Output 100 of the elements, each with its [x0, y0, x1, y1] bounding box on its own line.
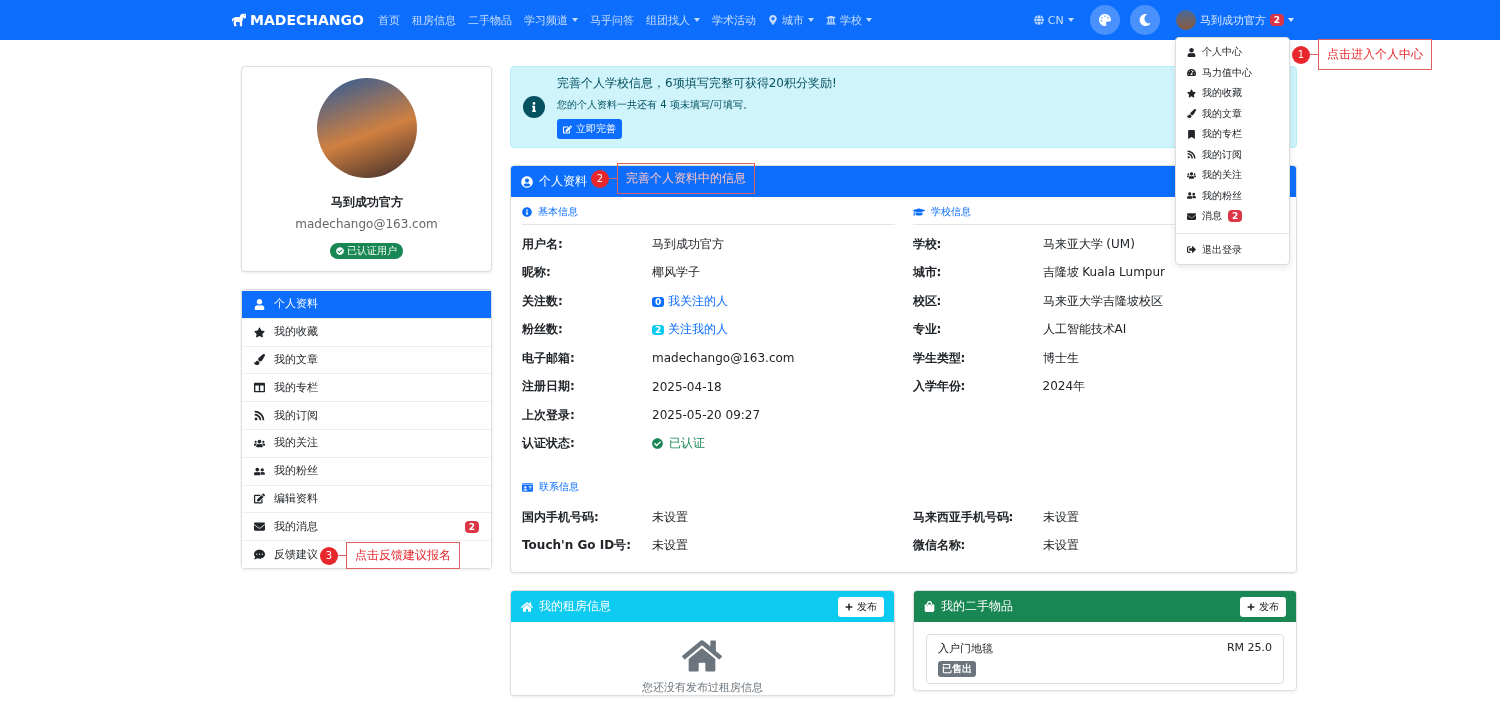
sidebar-item[interactable]: 我的消息 2: [242, 512, 491, 541]
menu-item[interactable]: 退出登录: [1176, 239, 1253, 260]
sidebar-item[interactable]: 个人资料: [242, 290, 491, 318]
bookmark-icon: [1187, 129, 1196, 139]
field-label: 校区:: [912, 292, 943, 310]
menu-item[interactable]: 我的关注: [1176, 165, 1253, 186]
shopping-bag-icon: [923, 601, 935, 612]
field-label: 注册日期:: [522, 378, 576, 396]
menu-item[interactable]: 我的收藏: [1176, 83, 1253, 104]
profile-link[interactable]: 0 我关注的人: [652, 292, 729, 310]
item-card[interactable]: 入户门地毯 RM 25.0 已售出: [925, 634, 1284, 684]
leader-line: [338, 555, 346, 557]
sidebar-item[interactable]: 我的专栏: [242, 373, 491, 402]
field-label: 微信名称:: [912, 537, 967, 555]
field-value: 未设置: [1042, 508, 1079, 526]
field-value: 未设置: [652, 537, 688, 555]
bank-icon: [825, 15, 836, 25]
field-label: 粉丝数:: [522, 321, 564, 339]
horse-logo-icon: [232, 13, 246, 27]
menu-item[interactable]: 我的文章: [1176, 103, 1253, 124]
section-heading: 联系信息: [539, 480, 579, 494]
caret-icon: [571, 18, 578, 22]
avatar-circle: [1175, 10, 1196, 30]
people-icon: [254, 437, 265, 449]
theme-palette-button[interactable]: [1089, 5, 1120, 35]
annotation-box: 点击进入个人中心: [1318, 39, 1432, 70]
menu-item[interactable]: 马力值中心: [1176, 62, 1263, 83]
field-value: 马到成功官方: [652, 235, 724, 253]
people-icon: [254, 465, 265, 477]
field-label: 学生类型:: [912, 349, 967, 367]
annotation-box: 完善个人资料中的信息: [617, 163, 755, 194]
sidebar-item[interactable]: 编辑资料: [242, 484, 491, 513]
info-icon: [523, 96, 545, 118]
verified-badge: 已认证用户: [330, 243, 403, 259]
menu-item[interactable]: 我的订阅: [1176, 144, 1253, 165]
dark-mode-button[interactable]: [1129, 5, 1160, 35]
person-icon: [254, 298, 265, 310]
field-label: 认证状态:: [522, 435, 576, 453]
sidebar-item[interactable]: 我的粉丝: [242, 456, 491, 485]
field-value: 2024年: [1042, 378, 1086, 396]
empty-message: 您还没有发布过租房信息: [641, 680, 763, 695]
menu-item[interactable]: 我的粉丝: [1176, 185, 1253, 206]
field-label: 国内手机号码:: [522, 508, 600, 526]
speech-bubble-icon: [254, 549, 265, 561]
rss-icon: [1187, 150, 1196, 160]
field-label: 关注数:: [522, 292, 564, 310]
graduation-cap-icon: [912, 206, 925, 218]
person-icon: [1187, 47, 1196, 57]
menu-item[interactable]: 个人中心: [1176, 42, 1253, 63]
field-label: 昵称:: [522, 264, 552, 282]
sidebar-item[interactable]: 反馈建议 3 点击反馈建议报名: [242, 540, 491, 568]
field-label: 城市:: [912, 264, 943, 282]
palette-icon: [1098, 14, 1111, 26]
field-label: Touch'n Go ID号:: [522, 537, 632, 555]
field-value: 2025-05-20 09:27: [652, 408, 761, 423]
caret-icon: [693, 18, 700, 22]
complete-profile-button[interactable]: 立即完善: [557, 119, 622, 139]
field-value: 已认证: [669, 435, 705, 453]
brush-icon: [1187, 109, 1196, 119]
id-card-icon: [522, 481, 533, 493]
gauge-icon: [1187, 68, 1196, 78]
count-badge: 2: [464, 520, 479, 533]
envelope-icon: [254, 521, 265, 533]
info-icon: [522, 207, 532, 217]
envelope-icon: [1187, 211, 1196, 221]
field-value: 2025-04-18: [652, 379, 722, 394]
profile-link[interactable]: 2 关注我的人: [652, 321, 729, 339]
field-value: 未设置: [652, 508, 688, 526]
caret-icon: [865, 18, 872, 22]
star-icon: [1187, 88, 1196, 98]
annotation-box: 点击反馈建议报名: [346, 542, 460, 570]
menu-item[interactable]: 消息 2: [1176, 206, 1254, 227]
brand-logo-text[interactable]: MADECHANGO: [250, 12, 364, 28]
field-label: 用户名:: [522, 235, 564, 253]
count-badge: 2: [1228, 210, 1243, 223]
step-number-badge: 3: [320, 546, 338, 565]
columns-icon: [254, 382, 265, 394]
field-value: 人工智能技术AI: [1042, 321, 1127, 339]
post-button[interactable]: 发布: [1240, 596, 1286, 617]
sidebar-item[interactable]: 我的收藏: [242, 317, 491, 346]
menu-item[interactable]: 我的专栏: [1176, 124, 1253, 145]
plus-icon: [1247, 602, 1255, 611]
alert-text: 您的个人资料一共还有 4 项未填写/可填写。: [557, 98, 755, 112]
sidebar-item[interactable]: 我的关注: [242, 429, 491, 457]
sidebar-item[interactable]: 我的订阅: [242, 401, 491, 429]
field-value: 未设置: [1042, 537, 1079, 555]
user-menu-toggle[interactable]: 马到成功官方 2: [1169, 10, 1300, 30]
caret-icon: [807, 18, 814, 22]
field-value: 马来亚大学 (UM): [1042, 235, 1135, 253]
panel-title: 个人资料: [539, 173, 587, 190]
sidebar-item[interactable]: 我的文章: [242, 345, 491, 374]
post-button[interactable]: 发布: [837, 596, 884, 617]
field-label: 上次登录:: [522, 406, 576, 424]
item-price: RM 25.0: [1226, 641, 1272, 656]
item-name: 入户门地毯: [937, 641, 993, 656]
star-icon: [254, 326, 265, 338]
people-icon: [1187, 191, 1196, 201]
house-icon: [521, 600, 533, 613]
section-heading: 基本信息: [538, 205, 578, 219]
caret-icon: [1067, 18, 1074, 22]
